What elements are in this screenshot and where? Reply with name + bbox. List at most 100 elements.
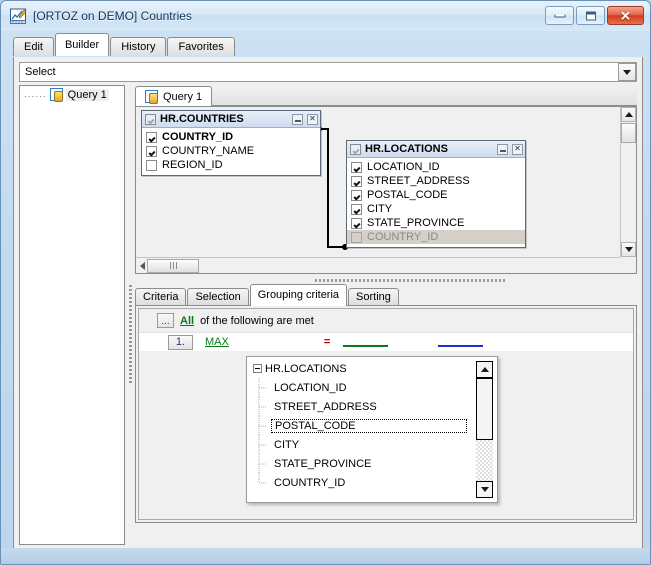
field-dropdown-inner: HR.LOCATIONS LOCATION_ID STREET_ADDRESS … <box>249 359 495 500</box>
close-icon[interactable]: ✕ <box>512 143 523 155</box>
scroll-down-icon[interactable] <box>621 242 636 257</box>
tab-selection[interactable]: Selection <box>187 288 249 306</box>
condition-function-link[interactable]: MAX <box>205 336 229 348</box>
table-checkbox[interactable] <box>350 143 361 155</box>
maximize-button[interactable] <box>576 6 605 25</box>
field-label: COUNTRY_ID <box>162 131 234 143</box>
grouping-criteria-inner: ... All of the following are met 1. MAX … <box>138 308 634 520</box>
field-checkbox[interactable] <box>351 203 362 215</box>
criteria-condition-row[interactable]: 1. MAX = <box>139 332 633 351</box>
condition-right-placeholder[interactable] <box>438 345 484 347</box>
criteria-header-row: ... All of the following are met <box>139 309 633 332</box>
field-row-selected[interactable]: COUNTRY_ID <box>347 230 525 244</box>
dropdown-item[interactable]: COUNTRY_ID <box>249 473 495 492</box>
dropdown-item[interactable]: CITY <box>249 435 495 454</box>
table-field-list: COUNTRY_ID COUNTRY_NAME REGION_ID <box>142 128 320 175</box>
field-row[interactable]: STATE_PROVINCE <box>347 216 525 230</box>
client-area: Edit Builder History Favorites Select ..… <box>5 31 648 564</box>
table-box-hr-locations[interactable]: HR.LOCATIONS ✕ LOCATION_ID STREET_ADDRES… <box>346 140 526 248</box>
splitter-grip <box>315 279 505 282</box>
triangle-up-icon[interactable] <box>476 361 493 378</box>
dropdown-item[interactable]: LOCATION_ID <box>249 378 495 397</box>
close-button[interactable]: ✕ <box>607 6 644 25</box>
scrollbar-thumb[interactable] <box>621 123 636 143</box>
field-dropdown-list[interactable]: HR.LOCATIONS LOCATION_ID STREET_ADDRESS … <box>246 356 498 503</box>
tree-connector <box>253 473 271 492</box>
field-checkbox[interactable] <box>146 145 157 157</box>
tab-favorites-label: Favorites <box>178 41 224 53</box>
all-link[interactable]: All <box>180 315 194 327</box>
collapse-icon[interactable] <box>253 364 262 373</box>
chevron-down-icon[interactable] <box>618 63 636 81</box>
triangle-down-icon[interactable] <box>476 481 493 498</box>
tree-item-label: Query 1 <box>65 88 109 101</box>
field-row[interactable]: COUNTRY_ID <box>142 130 320 144</box>
close-icon[interactable]: ✕ <box>307 113 318 125</box>
field-checkbox[interactable] <box>351 161 362 173</box>
close-icon: ✕ <box>620 8 631 23</box>
scrollbar-thumb[interactable] <box>476 378 493 440</box>
criteria-menu-button[interactable]: ... <box>157 313 174 328</box>
diagram-canvas: HR.COUNTRIES ✕ COUNTRY_ID COUNTRY_NAME R… <box>136 107 620 273</box>
query-tab-query-1[interactable]: Query 1 <box>135 86 213 106</box>
dropdown-item-label: STREET_ADDRESS <box>274 400 377 413</box>
field-checkbox[interactable] <box>351 217 362 229</box>
field-checkbox[interactable] <box>146 131 157 143</box>
tab-builder[interactable]: Builder <box>54 33 110 56</box>
tab-favorites[interactable]: Favorites <box>167 37 235 56</box>
table-box-header[interactable]: HR.LOCATIONS ✕ <box>347 141 525 158</box>
tree-connector <box>253 416 271 435</box>
dropdown-root-row[interactable]: HR.LOCATIONS <box>249 359 495 378</box>
vertical-splitter[interactable] <box>127 85 135 545</box>
field-row[interactable]: COUNTRY_NAME <box>142 144 320 158</box>
tab-sorting[interactable]: Sorting <box>348 288 399 306</box>
field-row[interactable]: CITY <box>347 202 525 216</box>
statement-combobox-value: Select <box>25 66 56 78</box>
condition-number[interactable]: 1. <box>168 334 193 350</box>
field-checkbox[interactable] <box>351 175 362 187</box>
field-label: POSTAL_CODE <box>367 189 448 201</box>
title-bar: [ORTOZ on DEMO] Countries ✕ <box>1 1 650 31</box>
field-label: STREET_ADDRESS <box>367 175 470 187</box>
tab-history[interactable]: History <box>110 37 167 56</box>
scrollbar-thumb[interactable] <box>147 258 199 273</box>
dropdown-item[interactable]: STREET_ADDRESS <box>249 397 495 416</box>
tab-sorting-label: Sorting <box>356 291 391 303</box>
diagram-area[interactable]: HR.COUNTRIES ✕ COUNTRY_ID COUNTRY_NAME R… <box>135 106 637 274</box>
tab-edit[interactable]: Edit <box>13 37 54 56</box>
scrollbar-track[interactable] <box>476 440 493 481</box>
field-row[interactable]: LOCATION_ID <box>347 160 525 174</box>
field-label: LOCATION_ID <box>367 161 440 173</box>
field-checkbox[interactable] <box>146 159 157 171</box>
field-label: COUNTRY_NAME <box>162 145 255 157</box>
table-checkbox[interactable] <box>145 113 156 125</box>
tab-grouping-criteria[interactable]: Grouping criteria <box>249 284 348 306</box>
dropdown-scrollbar[interactable] <box>476 361 493 498</box>
field-row[interactable]: STREET_ADDRESS <box>347 174 525 188</box>
field-row[interactable]: REGION_ID <box>142 158 320 172</box>
table-box-header[interactable]: HR.COUNTRIES ✕ <box>142 111 320 128</box>
field-checkbox[interactable] <box>351 231 362 243</box>
tree-item-query-1[interactable]: ...... Query 1 <box>20 86 124 102</box>
diagram-vertical-scrollbar[interactable] <box>620 107 636 257</box>
tab-criteria[interactable]: Criteria <box>135 288 187 306</box>
field-row[interactable]: POSTAL_CODE <box>347 188 525 202</box>
grouping-criteria-pane: ... All of the following are met 1. MAX … <box>135 305 637 523</box>
table-box-hr-countries[interactable]: HR.COUNTRIES ✕ COUNTRY_ID COUNTRY_NAME R… <box>141 110 321 176</box>
field-label: CITY <box>367 203 393 215</box>
dropdown-item[interactable]: STATE_PROVINCE <box>249 454 495 473</box>
diagram-horizontal-scrollbar[interactable] <box>136 257 620 273</box>
minimize-icon[interactable] <box>497 143 508 155</box>
minimize-button[interactable] <box>545 6 574 25</box>
condition-left-placeholder[interactable] <box>343 345 389 347</box>
scroll-left-icon[interactable] <box>140 261 145 270</box>
dropdown-item-focused[interactable]: POSTAL_CODE <box>249 416 495 435</box>
condition-operator[interactable]: = <box>324 336 330 348</box>
statement-combobox[interactable]: Select <box>19 62 637 82</box>
minimize-icon[interactable] <box>292 113 303 125</box>
query-icon <box>145 90 158 104</box>
splitter-grip <box>129 285 132 385</box>
field-checkbox[interactable] <box>351 189 362 201</box>
scroll-up-icon[interactable] <box>621 107 636 122</box>
query-tree-pane[interactable]: ...... Query 1 <box>19 85 125 545</box>
